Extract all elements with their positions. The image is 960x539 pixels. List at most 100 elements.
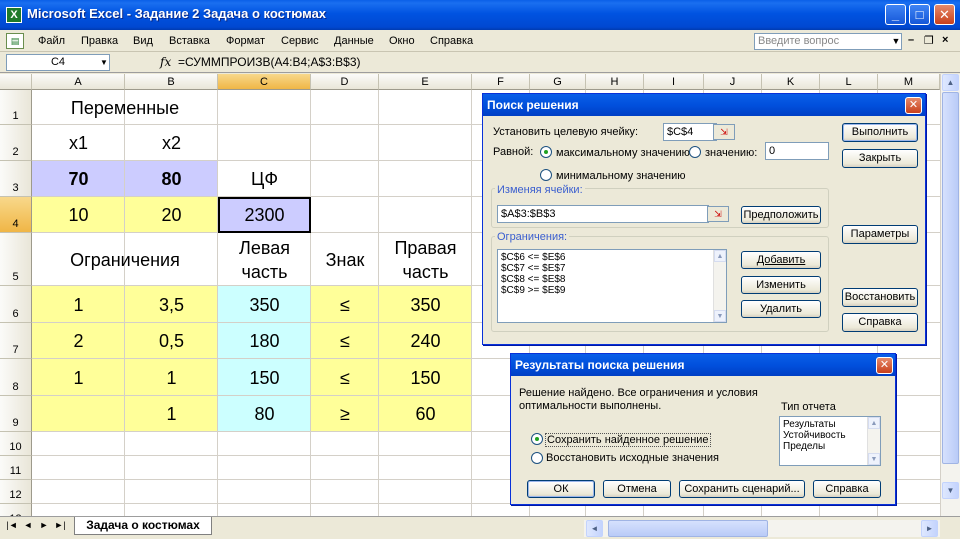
- column-header-c[interactable]: C: [218, 74, 311, 90]
- save-scenario-button[interactable]: Сохранить сценарий...: [679, 480, 805, 498]
- row-header-2[interactable]: 2: [0, 125, 32, 161]
- close-window-button[interactable]: ✕: [934, 4, 955, 25]
- restore-values-radio[interactable]: [531, 452, 543, 464]
- cancel-button[interactable]: Отмена: [603, 480, 671, 498]
- row-header-3[interactable]: 3: [0, 161, 32, 197]
- scroll-right-icon[interactable]: ►: [921, 520, 938, 537]
- row-header-8[interactable]: 8: [0, 359, 32, 396]
- menu-tools[interactable]: Сервис: [281, 35, 319, 47]
- cell-b6[interactable]: 3,5: [125, 286, 218, 323]
- row-header-13[interactable]: 13: [0, 504, 32, 516]
- target-cell-input[interactable]: $C$4: [663, 123, 717, 141]
- horizontal-scroll-thumb[interactable]: [608, 520, 768, 537]
- horizontal-scrollbar[interactable]: ◄ ►: [584, 520, 940, 537]
- column-header-b[interactable]: B: [125, 74, 218, 90]
- cell-e8[interactable]: 150: [379, 359, 472, 396]
- cell-d5[interactable]: Знак: [311, 233, 379, 286]
- menu-help[interactable]: Справка: [430, 35, 473, 47]
- column-header-e[interactable]: E: [379, 74, 472, 90]
- cell-d6[interactable]: ≤: [311, 286, 379, 323]
- column-header-k[interactable]: K: [762, 74, 820, 90]
- column-header-m[interactable]: M: [878, 74, 940, 90]
- column-header-j[interactable]: J: [704, 74, 762, 90]
- column-header-l[interactable]: L: [820, 74, 878, 90]
- cell-c6[interactable]: 350: [218, 286, 311, 323]
- cell-e7[interactable]: 240: [379, 323, 472, 359]
- cell-a5[interactable]: Ограничения: [32, 233, 218, 286]
- scroll-down-icon[interactable]: ▼: [714, 310, 726, 322]
- column-header-a[interactable]: A: [32, 74, 125, 90]
- help-dropdown-icon[interactable]: ▼: [890, 33, 902, 50]
- restore-values-label[interactable]: Восстановить исходные значения: [546, 452, 719, 464]
- cell-b9[interactable]: 1: [125, 396, 218, 432]
- cell-e5[interactable]: Правая часть: [379, 233, 472, 286]
- value-option-label[interactable]: значению:: [705, 147, 757, 159]
- report-scrollbar[interactable]: ▲ ▼: [867, 417, 880, 465]
- scroll-left-icon[interactable]: ◄: [586, 520, 603, 537]
- name-box[interactable]: C4: [6, 54, 110, 71]
- add-constraint-button[interactable]: Добавить: [741, 251, 821, 269]
- select-all-corner[interactable]: [0, 74, 32, 90]
- report-item[interactable]: Результаты: [783, 419, 877, 430]
- column-header-f[interactable]: F: [472, 74, 530, 90]
- change-constraint-button[interactable]: Изменить: [741, 276, 821, 294]
- reset-all-button[interactable]: Восстановить: [842, 288, 918, 307]
- changing-ref-collapse-icon[interactable]: ⇲: [707, 206, 729, 222]
- next-sheet-icon[interactable]: ►: [38, 520, 50, 530]
- row-header-11[interactable]: 11: [0, 456, 32, 480]
- column-header-i[interactable]: I: [644, 74, 704, 90]
- options-button[interactable]: Параметры: [842, 225, 918, 244]
- constraint-item[interactable]: $C$6 <= $E$6: [501, 252, 723, 263]
- cell-c8[interactable]: 150: [218, 359, 311, 396]
- menu-format[interactable]: Формат: [226, 35, 265, 47]
- cell-d7[interactable]: ≤: [311, 323, 379, 359]
- cell-a7[interactable]: 2: [32, 323, 125, 359]
- constraint-item[interactable]: $C$9 >= $E$9: [501, 285, 723, 296]
- workbook-icon[interactable]: ▤: [6, 33, 24, 49]
- row-header-4[interactable]: 4: [0, 197, 32, 233]
- value-radio[interactable]: [689, 146, 701, 158]
- prev-sheet-icon[interactable]: ◄: [22, 520, 34, 530]
- cell-b2[interactable]: x2: [125, 125, 218, 161]
- doc-restore-button[interactable]: ❐: [924, 34, 934, 47]
- minimize-window-button[interactable]: _: [885, 4, 906, 25]
- maximize-window-button[interactable]: □: [909, 4, 930, 25]
- menu-data[interactable]: Данные: [334, 35, 374, 47]
- cell-a6[interactable]: 1: [32, 286, 125, 323]
- formula-input[interactable]: =СУММПРОИЗВ(A4:B4;A$3:B$3): [178, 55, 361, 69]
- scroll-up-icon[interactable]: ▲: [714, 250, 726, 262]
- cell-b7[interactable]: 0,5: [125, 323, 218, 359]
- first-sheet-icon[interactable]: |◄: [6, 520, 18, 530]
- cell-d8[interactable]: ≤: [311, 359, 379, 396]
- solve-button[interactable]: Выполнить: [842, 123, 918, 142]
- cell-c3[interactable]: ЦФ: [218, 161, 311, 197]
- constraints-listbox[interactable]: $C$6 <= $E$6 $C$7 <= $E$7 $C$8 <= $E$8 $…: [497, 249, 727, 323]
- row-header-9[interactable]: 9: [0, 396, 32, 432]
- results-help-button[interactable]: Справка: [813, 480, 881, 498]
- keep-solution-radio[interactable]: [531, 433, 543, 445]
- constraint-item[interactable]: $C$8 <= $E$8: [501, 274, 723, 285]
- row-header-12[interactable]: 12: [0, 480, 32, 504]
- constraints-scrollbar[interactable]: ▲ ▼: [713, 250, 726, 322]
- menu-insert[interactable]: Вставка: [169, 35, 210, 47]
- max-option-label[interactable]: максимальному значению: [556, 147, 690, 159]
- target-ref-collapse-icon[interactable]: ⇲: [713, 124, 735, 140]
- column-header-d[interactable]: D: [311, 74, 379, 90]
- row-header-6[interactable]: 6: [0, 286, 32, 323]
- cell-a1[interactable]: Переменные: [32, 90, 218, 125]
- scroll-down-icon[interactable]: ▼: [868, 453, 880, 465]
- cell-d9[interactable]: ≥: [311, 396, 379, 432]
- row-header-7[interactable]: 7: [0, 323, 32, 359]
- scroll-down-icon[interactable]: ▼: [942, 482, 959, 499]
- insert-function-icon[interactable]: fx: [160, 55, 171, 69]
- last-sheet-icon[interactable]: ►|: [54, 520, 66, 530]
- cell-b4[interactable]: 20: [125, 197, 218, 233]
- cell-a8[interactable]: 1: [32, 359, 125, 396]
- cell-b3[interactable]: 80: [125, 161, 218, 197]
- cell-a2[interactable]: x1: [32, 125, 125, 161]
- close-button[interactable]: Закрыть: [842, 149, 918, 168]
- guess-button[interactable]: Предположить: [741, 206, 821, 224]
- cell-c7[interactable]: 180: [218, 323, 311, 359]
- ok-button[interactable]: ОК: [527, 480, 595, 498]
- row-header-5[interactable]: 5: [0, 233, 32, 286]
